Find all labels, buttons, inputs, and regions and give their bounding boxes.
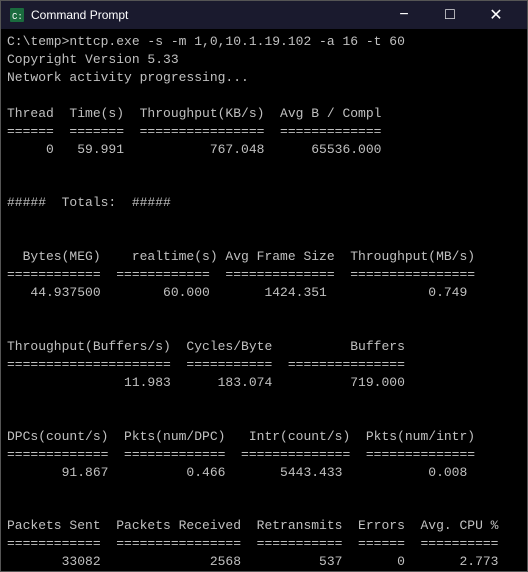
title-bar: C: Command Prompt − □ ✕ xyxy=(1,1,527,29)
maximize-button[interactable]: □ xyxy=(427,1,473,29)
window-controls: − □ ✕ xyxy=(381,1,519,29)
console-output[interactable]: C:\temp>nttcp.exe -s -m 1,0,10.1.19.102 … xyxy=(1,29,527,571)
minimize-button[interactable]: − xyxy=(381,1,427,29)
command-prompt-window: C: Command Prompt − □ ✕ C:\temp>nttcp.ex… xyxy=(0,0,528,572)
app-icon: C: xyxy=(9,7,25,23)
close-button[interactable]: ✕ xyxy=(473,1,519,29)
svg-text:C:: C: xyxy=(12,12,23,22)
window-title: Command Prompt xyxy=(31,8,381,22)
